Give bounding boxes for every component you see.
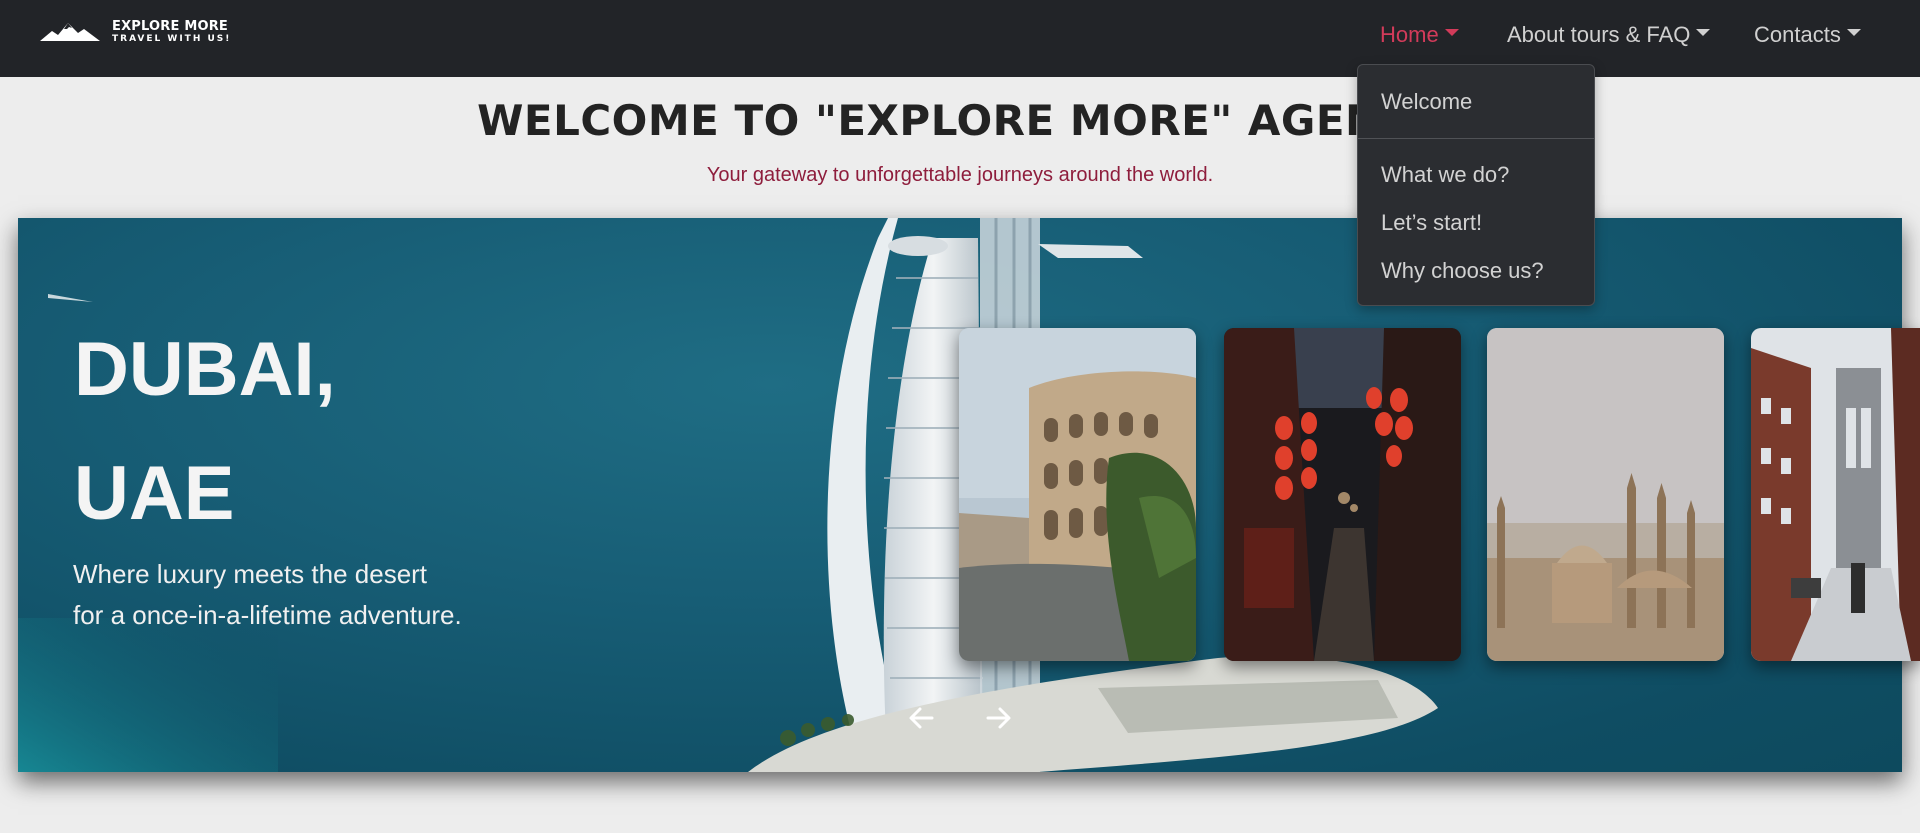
colosseum-image [959,328,1196,661]
nav-home-label: Home [1380,22,1439,47]
navbar: EXPLORE MORE TRAVEL WITH US! Home About … [0,0,1920,77]
page-title: WELCOME TO "EXPLORE MORE" AGENCY [477,96,1443,145]
mountains-icon [40,23,100,41]
hero-title: DUBAI, UAE [74,327,336,536]
caret-down-icon [1846,28,1861,36]
prev-slide-button[interactable] [902,698,942,738]
bridge-snow-image [1751,328,1920,661]
dropdown-item-welcome[interactable]: Welcome [1381,85,1472,119]
destination-card-bridge-snow[interactable] [1751,328,1920,661]
dropdown-item-what-we-do[interactable]: What we do? [1381,158,1509,192]
nav-about-tours-faq[interactable]: About tours & FAQ [1507,20,1711,50]
arrow-right-icon [986,707,1011,729]
hero-description: Where luxury meets the desert for a once… [73,559,462,630]
brand-subtitle: TRAVEL WITH US! [112,34,232,44]
dropdown-item-why-choose-us[interactable]: Why choose us? [1381,254,1544,288]
destination-card-lantern-street[interactable] [1224,328,1461,661]
lantern-street-image [1224,328,1461,661]
nav-contacts-label: Contacts [1754,22,1841,47]
caret-down-icon [1444,28,1459,36]
mosque-skyline-image [1487,328,1724,661]
next-slide-button[interactable] [978,698,1018,738]
nav-contacts[interactable]: Contacts [1754,20,1861,50]
brand-title: EXPLORE MORE [112,19,228,34]
page-subtitle: Your gateway to unforgettable journeys a… [706,164,1214,186]
destination-card-colosseum[interactable] [959,328,1196,661]
caret-down-icon [1696,28,1711,36]
destination-card-mosque-skyline[interactable] [1487,328,1724,661]
arrow-left-icon [909,707,934,729]
home-dropdown-menu: Welcome What we do? Let’s start! Why cho… [1357,64,1595,306]
dropdown-item-lets-start[interactable]: Let’s start! [1381,206,1482,240]
nav-home[interactable]: Home [1380,20,1459,50]
brand-logo[interactable]: EXPLORE MORE TRAVEL WITH US! [38,17,231,47]
brand-text: EXPLORE MORE TRAVEL WITH US! [112,20,231,44]
nav-about-label: About tours & FAQ [1507,22,1691,47]
dropdown-divider [1358,138,1594,139]
